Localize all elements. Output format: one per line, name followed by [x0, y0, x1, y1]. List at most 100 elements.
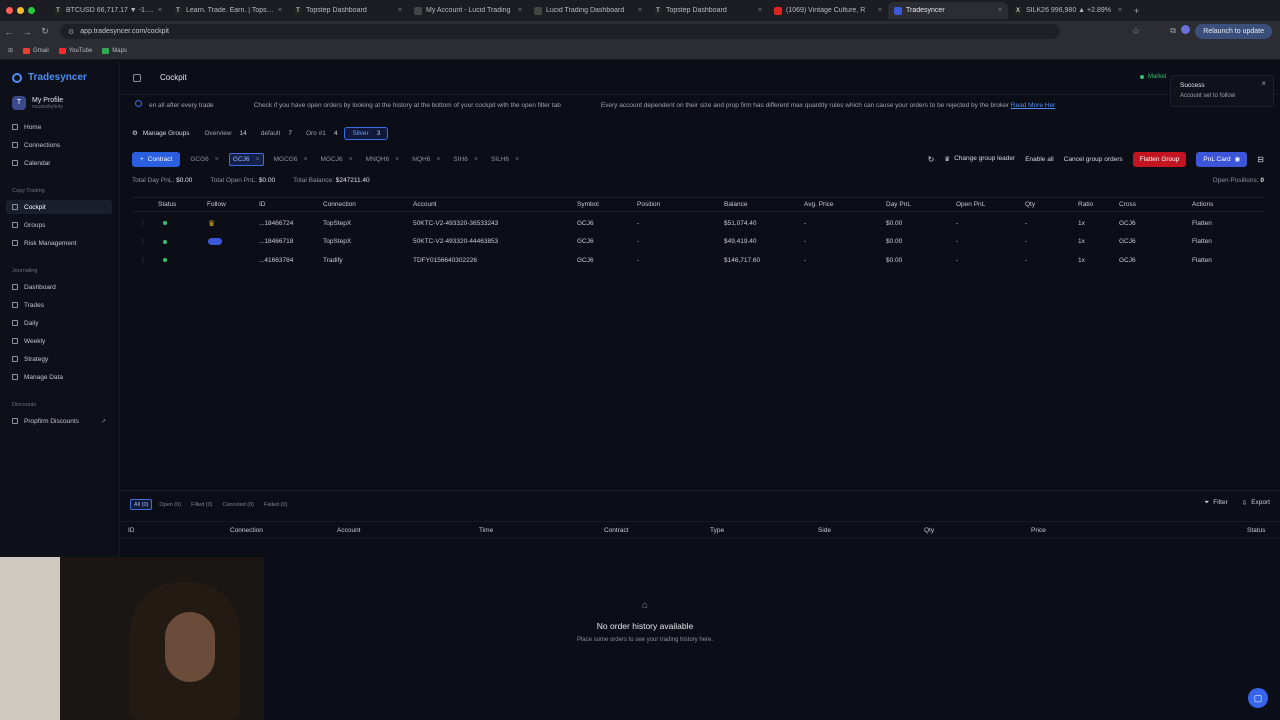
follow-cell[interactable]: [208, 233, 222, 251]
profile-avatar[interactable]: [1181, 25, 1190, 34]
panel-divider[interactable]: [121, 490, 1280, 491]
orders-column-contract[interactable]: Contract: [604, 527, 629, 534]
contract-chip[interactable]: GCJ6 ×: [228, 152, 264, 166]
close-window-button[interactable]: [6, 7, 13, 14]
drag-handle-icon[interactable]: ⋮: [140, 214, 146, 232]
column-header-follow[interactable]: Follow: [207, 198, 226, 211]
column-header-cross[interactable]: Cross: [1119, 198, 1136, 211]
browser-tab[interactable]: X SILK26 996,980 ▲ +2.89% ×: [1008, 2, 1128, 19]
back-icon[interactable]: ←: [0, 27, 18, 37]
sidebar-item-risk-management[interactable]: Risk Management: [6, 236, 112, 250]
order-filter-tab[interactable]: Filled (0): [188, 499, 215, 510]
contract-chip[interactable]: SIH6 ×: [450, 153, 481, 166]
column-header-balance[interactable]: Balance: [724, 198, 748, 211]
browser-tab[interactable]: Lucid Trading Dashboard ×: [528, 2, 648, 19]
sidebar-item-weekly[interactable]: Weekly: [6, 334, 112, 348]
group-tab-oro-1[interactable]: Oro #1 4: [299, 127, 345, 140]
browser-tab[interactable]: T Learn. Trade. Earn. | Topstep ×: [168, 2, 288, 19]
apps-grid-icon[interactable]: ⊞: [8, 47, 13, 54]
column-header-status[interactable]: Status: [158, 198, 176, 211]
bookmark-star-icon[interactable]: ☆: [1132, 26, 1140, 37]
columns-icon[interactable]: ⊟: [1257, 155, 1264, 164]
minimize-window-button[interactable]: [17, 7, 24, 14]
leader-crown-icon[interactable]: ♛: [208, 219, 215, 228]
tab-close-icon[interactable]: ×: [1118, 7, 1122, 14]
orders-column-type[interactable]: Type: [710, 527, 724, 534]
tab-close-icon[interactable]: ×: [518, 7, 522, 14]
orders-column-side[interactable]: Side: [818, 527, 831, 534]
sidebar-toggle-icon[interactable]: [133, 74, 141, 82]
remove-chip-icon[interactable]: ×: [436, 156, 440, 163]
sidebar-item-calendar[interactable]: Calendar: [6, 156, 112, 170]
remove-chip-icon[interactable]: ×: [303, 156, 307, 163]
remove-chip-icon[interactable]: ×: [395, 156, 399, 163]
new-tab-button[interactable]: +: [1134, 6, 1139, 16]
remove-chip-icon[interactable]: ×: [215, 156, 219, 163]
read-more-link[interactable]: Read More Her: [1011, 102, 1055, 109]
chat-support-button[interactable]: ▢: [1248, 688, 1268, 708]
browser-tab[interactable]: T Topstep Dashboard ×: [288, 2, 408, 19]
site-info-icon[interactable]: ⚙: [68, 28, 74, 36]
orders-column-connection[interactable]: Connection: [230, 527, 263, 534]
column-header-day-pnl[interactable]: Day PnL: [886, 198, 911, 211]
cancel-group-orders-button[interactable]: Cancel group orders: [1064, 156, 1123, 163]
sidebar-item-propfirm-discounts[interactable]: Propfirm Discounts ↗: [6, 414, 112, 428]
sidebar-item-trades[interactable]: Trades: [6, 298, 112, 312]
tab-close-icon[interactable]: ×: [278, 7, 282, 14]
order-filter-tab[interactable]: Failed (0): [261, 499, 290, 510]
follow-toggle[interactable]: [208, 238, 222, 245]
remove-chip-icon[interactable]: ×: [474, 156, 478, 163]
orders-column-status[interactable]: Status: [1247, 527, 1265, 534]
column-header-connection[interactable]: Connection: [323, 198, 356, 211]
reload-icon[interactable]: ↻: [36, 26, 54, 37]
export-button[interactable]: ⇩ Export: [1242, 499, 1270, 507]
sidebar-item-groups[interactable]: Groups: [6, 218, 112, 232]
orders-column-account[interactable]: Account: [337, 527, 361, 534]
contract-chip[interactable]: MNQH6 ×: [363, 153, 403, 166]
sidebar-item-connections[interactable]: Connections: [6, 138, 112, 152]
orders-column-price[interactable]: Price: [1031, 527, 1046, 534]
browser-tab[interactable]: T Topstep Dashboard ×: [648, 2, 768, 19]
column-header-id[interactable]: ID: [259, 198, 266, 211]
tab-close-icon[interactable]: ×: [158, 7, 162, 14]
tab-close-icon[interactable]: ×: [878, 7, 882, 14]
order-filter-tab[interactable]: All (0): [130, 499, 153, 510]
drag-handle-icon[interactable]: ⋮: [140, 251, 146, 269]
manage-groups-button[interactable]: ⚙ Manage Groups: [132, 129, 197, 138]
close-icon[interactable]: ×: [1261, 79, 1266, 88]
remove-chip-icon[interactable]: ×: [349, 156, 353, 163]
bookmark-item[interactable]: Maps: [102, 47, 127, 54]
order-filter-tab[interactable]: Open (0): [156, 499, 184, 510]
flatten-button[interactable]: Flatten: [1192, 214, 1212, 232]
column-header-open-pnl[interactable]: Open PnL: [956, 198, 985, 211]
refresh-icon[interactable]: ↻: [928, 155, 935, 164]
bookmark-item[interactable]: YouTube: [58, 47, 92, 54]
column-header-account[interactable]: Account: [413, 198, 437, 211]
sidebar-item-cockpit[interactable]: Cockpit: [6, 200, 112, 214]
flatten-button[interactable]: Flatten: [1192, 251, 1212, 269]
drag-handle-icon[interactable]: ⋮: [140, 233, 146, 251]
contract-chip[interactable]: GCG6 ×: [187, 153, 222, 166]
sidebar-item-strategy[interactable]: Strategy: [6, 352, 112, 366]
app-logo[interactable]: Tradesyncer: [12, 72, 87, 83]
url-field[interactable]: ⚙ app.tradesyncer.com/cockpit: [60, 24, 1060, 39]
contract-chip[interactable]: SILH6 ×: [488, 153, 522, 166]
group-tab-default[interactable]: default 7: [254, 127, 299, 140]
tab-close-icon[interactable]: ×: [638, 7, 642, 14]
sidebar-item-dashboard[interactable]: Dashboard: [6, 280, 112, 294]
flatten-group-button[interactable]: Flatten Group: [1132, 151, 1187, 167]
filter-button[interactable]: ⏷ Filter: [1204, 499, 1228, 507]
column-header-position[interactable]: Position: [637, 198, 660, 211]
tab-close-icon[interactable]: ×: [758, 7, 762, 14]
profile-menu[interactable]: T My Profile mustesbyfedy: [12, 96, 63, 110]
column-header-qty[interactable]: Qty: [1025, 198, 1035, 211]
pnl-card-button[interactable]: PnL Card ◉: [1196, 151, 1248, 167]
group-tab-silver[interactable]: Silver 3: [344, 126, 389, 140]
relaunch-button[interactable]: Relaunch to update: [1195, 24, 1272, 39]
column-header-actions[interactable]: Actions: [1192, 198, 1213, 211]
sidebar-item-daily[interactable]: Daily: [6, 316, 112, 330]
maximize-window-button[interactable]: [28, 7, 35, 14]
contract-chip[interactable]: MGCJ6 ×: [318, 153, 356, 166]
extensions-icon[interactable]: ⧉: [1170, 26, 1176, 36]
orders-column-time[interactable]: Time: [479, 527, 493, 534]
